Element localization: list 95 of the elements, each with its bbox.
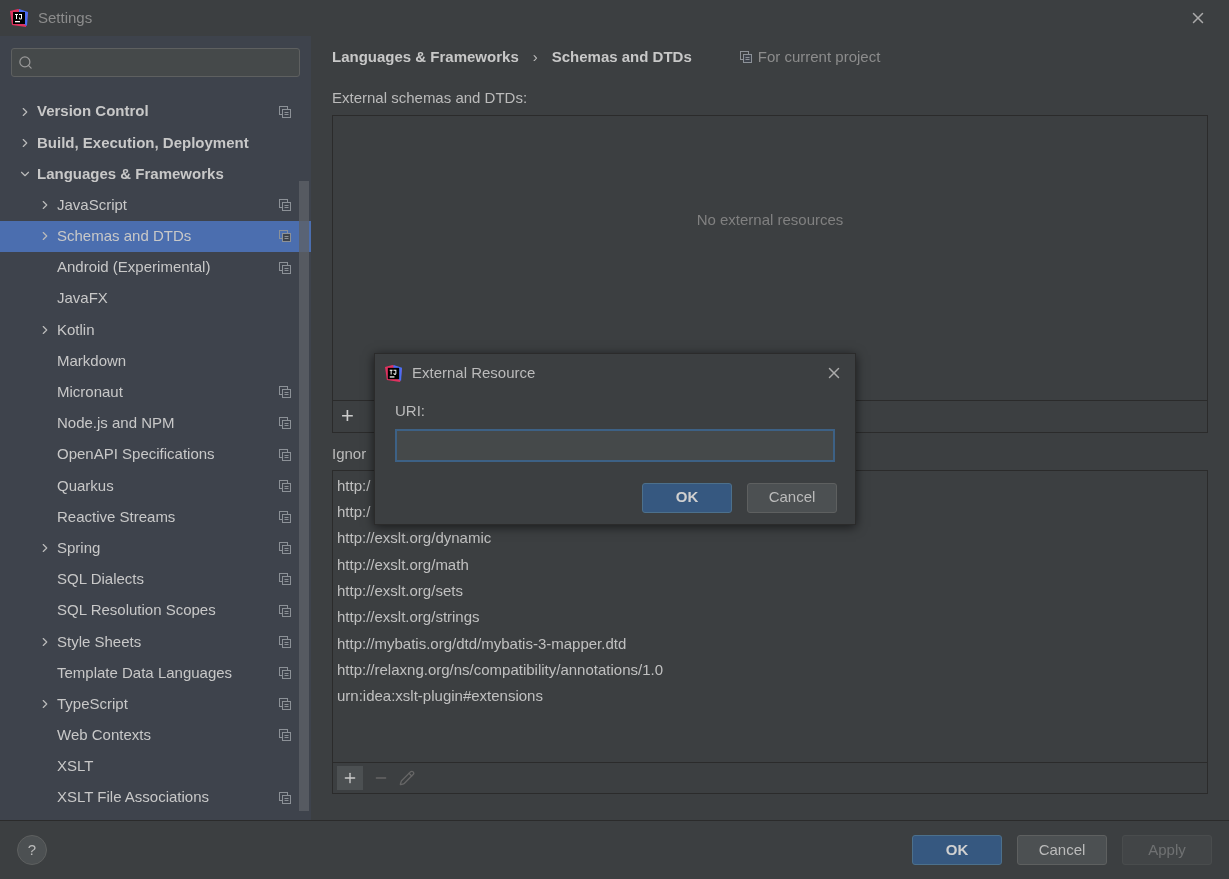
app-logo-icon [385,364,402,382]
tree-item-label: Template Data Languages [57,662,234,683]
tree-item-label: Schemas and DTDs [57,226,193,247]
list-item[interactable]: http://exslt.org/math [337,551,1203,579]
section-label: Ignor [332,443,367,464]
tree-item[interactable]: XSLT [0,750,311,783]
tree-item-label: Node.js and NPM [57,413,176,434]
tree-item[interactable]: Build, Execution, Deployment [0,127,311,159]
tree-item-label: JavaFX [57,288,109,309]
tree-item-label: Kotlin [57,319,96,340]
dialog-button[interactable]: Cancel [1017,835,1107,865]
tree-item-label: Markdown [57,350,128,371]
tree-item[interactable]: Kotlin [0,314,311,346]
project-scope-icon [279,635,291,648]
tree-item[interactable]: Version Control [0,96,311,128]
dialog-button[interactable]: Cancel [747,482,837,513]
tree-item[interactable]: Reactive Streams [0,501,311,533]
field-label: URI: [395,401,426,421]
tree-item-label: XSLT File Associations [57,787,210,808]
project-scope-icon [279,386,291,399]
tree-item-label: Build, Execution, Deployment [37,132,250,153]
uri-input-field[interactable] [395,428,835,462]
section-label: External schemas and DTDs: [332,88,529,108]
tree-item[interactable]: OpenAPI Specifications [0,439,311,471]
tree-item[interactable]: Languages & Frameworks [0,158,311,190]
project-scope-icon [279,666,291,679]
plus-icon [342,770,358,786]
tree-item[interactable]: Android (Experimental) [0,251,311,284]
dialog-title: External Resource [412,362,536,383]
tree-item[interactable]: TypeScript [0,688,311,720]
project-scope-icon [279,199,291,212]
breadcrumb-item[interactable]: Schemas and DTDs [551,45,692,69]
tree-item-label: JavaScript [57,194,129,215]
list-item[interactable]: http://exslt.org/strings [337,604,1203,631]
tree-item[interactable]: Web Contexts [0,719,311,751]
list-item[interactable]: http://relaxng.org/ns/compatibility/annotations/1.0 [337,657,1203,684]
scrollbar-thumb[interactable] [299,181,309,811]
project-scope-icon [279,105,291,118]
tree-item[interactable]: Spring [0,532,311,564]
tree-item-label: Quarkus [57,475,115,496]
tree-item[interactable]: JavaScript [0,189,311,221]
app-logo-icon [10,9,28,27]
tree-item[interactable]: Node.js and NPM [0,407,311,440]
tree-item[interactable]: Style Sheets [0,626,311,658]
tree-item-label: OpenAPI Specifications [57,444,216,465]
tree-item[interactable]: Micronaut [0,376,311,408]
tree-item-label: TypeScript [57,693,129,714]
tree-item[interactable]: JavaFX [0,283,311,315]
list-item[interactable]: http://mybatis.org/dtd/mybatis-3-mapper.dtd [337,630,1203,658]
breadcrumb-separator: › [532,46,538,67]
scope-note: For current project [757,46,881,67]
project-scope-icon [279,698,291,711]
tree-item-label: Android (Experimental) [57,257,212,278]
project-scope-icon [739,51,752,63]
tree-item-label: Spring [57,537,102,558]
project-scope-icon [279,729,291,742]
tree-item[interactable]: XSLT File Associations [0,782,311,814]
project-scope-icon [279,573,291,586]
tree-item[interactable]: Quarkus [0,470,311,502]
tree-item[interactable]: SQL Resolution Scopes [0,595,311,627]
tree-item[interactable]: Template Data Languages [0,657,311,689]
tree-item-label: SQL Dialects [57,569,145,590]
tree-item[interactable]: SQL Dialects [0,563,311,595]
project-scope-icon [279,542,291,555]
tree-item[interactable]: Schemas and DTDs [0,220,311,252]
add-button[interactable]: + [341,405,354,427]
project-scope-icon [279,261,291,274]
list-item[interactable]: http://exslt.org/sets [337,578,1203,605]
tree-item-label: Style Sheets [57,631,143,652]
search-icon [18,55,33,70]
project-scope-icon [279,511,291,524]
list-item[interactable]: http://exslt.org/dynamic [337,525,1203,552]
tree-item-label: Micronaut [57,382,124,403]
breadcrumb-item[interactable]: Languages & Frameworks [332,45,519,69]
empty-message: No external resources [696,209,844,230]
project-scope-icon [279,479,291,492]
tree-item[interactable]: Markdown [0,345,311,377]
project-scope-icon [279,604,291,617]
ok-button[interactable]: OK [912,835,1002,865]
help-button[interactable]: ? [17,835,47,865]
tree-item-label: SQL Resolution Scopes [57,600,217,621]
project-scope-icon [279,230,291,243]
list-item[interactable]: urn:idea:xslt-plugin#extensions [337,683,1203,710]
add-button[interactable] [337,766,363,790]
tree-item-label: Reactive Streams [57,506,177,527]
tree-item-label: XSLT [57,756,95,777]
tree-item-label: Version Control [37,101,150,122]
search-field[interactable] [11,48,300,77]
tree-item-label: Languages & Frameworks [37,163,225,184]
tree-item-label: Web Contexts [57,725,152,746]
window-title: Settings [38,7,93,28]
ok-button[interactable]: OK [642,482,732,513]
project-scope-icon [279,417,291,430]
project-scope-icon [279,791,291,804]
project-scope-icon [279,448,291,461]
